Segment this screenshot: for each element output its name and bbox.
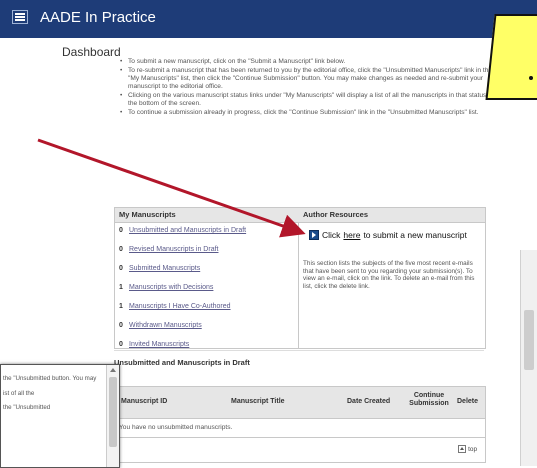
unsubmitted-heading: Unsubmitted and Manuscripts in Draft	[114, 358, 250, 367]
author-resources-heading: Author Resources	[303, 210, 369, 219]
manuscript-status-item: 0 Withdrawn Manuscripts	[119, 322, 246, 341]
table-footer: top	[115, 438, 485, 462]
empty-table-message: You have no unsubmitted manuscripts.	[119, 424, 233, 431]
scroll-up-icon[interactable]	[110, 368, 116, 372]
status-count: 0	[119, 341, 123, 348]
app-title: AADE In Practice	[40, 9, 156, 26]
inset-text-line: the "Unsubmitted button. You may	[3, 375, 97, 382]
inset-text-line: the "Unsubmitted	[3, 404, 51, 411]
status-count: 0	[119, 322, 123, 329]
hamburger-menu-icon[interactable]	[12, 10, 28, 24]
inset-zoom-panel: the "Unsubmitted button. You may ist of …	[0, 364, 120, 468]
inset-scrollbar-thumb[interactable]	[109, 377, 117, 447]
status-link-unsubmitted[interactable]: Unsubmitted and Manuscripts in Draft	[129, 227, 246, 234]
status-link-revised[interactable]: Revised Manuscripts in Draft	[129, 246, 218, 253]
manuscript-status-item: 0 Unsubmitted and Manuscripts in Draft	[119, 227, 246, 246]
up-arrow-icon	[458, 445, 467, 453]
submit-manuscript-link[interactable]: here	[343, 230, 360, 240]
panel-divider	[298, 222, 299, 348]
column-header-manuscript-id[interactable]: Manuscript ID	[121, 398, 167, 405]
inset-text-list: the "Unsubmitted button. You may ist of …	[3, 375, 103, 419]
status-link-coauthored[interactable]: Manuscripts I Have Co-Authored	[129, 303, 231, 310]
page-title: Dashboard	[62, 45, 121, 59]
my-manuscripts-heading: My Manuscripts	[119, 210, 176, 219]
screenshot-frame: AADE In Practice Dashboard To submit a n…	[0, 0, 537, 468]
inset-scrollbar[interactable]	[106, 365, 119, 467]
page-scrollbar[interactable]	[520, 250, 537, 466]
manuscript-status-item: 1 Manuscripts with Decisions	[119, 284, 246, 303]
manuscripts-panel: My Manuscripts Author Resources 0 Unsubmi…	[114, 207, 486, 349]
callout-dot	[529, 76, 533, 80]
instruction-item: To re-submit a manuscript that has been …	[118, 67, 498, 92]
author-resources-description: This section lists the subjects of the f…	[303, 260, 475, 290]
submit-manuscript-text: to submit a new manuscript	[363, 230, 467, 240]
manuscript-status-item: 1 Manuscripts I Have Co-Authored	[119, 303, 246, 322]
inset-text-line: ist of all the	[3, 389, 35, 397]
status-link-decisions[interactable]: Manuscripts with Decisions	[129, 284, 213, 291]
unsubmitted-table: Manuscript ID Manuscript Title Date Crea…	[114, 386, 486, 463]
status-count: 1	[119, 303, 123, 310]
instruction-item: To continue a submission already in prog…	[118, 109, 498, 117]
instruction-item: To submit a new manuscript, click on the…	[118, 58, 498, 66]
click-label: Click	[322, 230, 341, 240]
status-count: 1	[119, 284, 123, 291]
instruction-item: Clicking on the various manuscript statu…	[118, 92, 498, 108]
submit-manuscript-line: Click here to submit a new manuscript	[309, 230, 467, 240]
manuscript-status-item: 0 Revised Manuscripts in Draft	[119, 246, 246, 265]
back-to-top-label: top	[468, 445, 477, 453]
table-header: Manuscript ID Manuscript Title Date Crea…	[115, 387, 485, 419]
manuscript-status-item: 0 Submitted Manuscripts	[119, 265, 246, 284]
status-link-submitted[interactable]: Submitted Manuscripts	[129, 265, 200, 272]
column-header-manuscript-title[interactable]: Manuscript Title	[231, 398, 285, 405]
status-link-invited[interactable]: Invited Manuscripts	[129, 341, 189, 348]
table-row: You have no unsubmitted manuscripts.	[115, 419, 485, 438]
instructions-list: To submit a new manuscript, click on the…	[118, 58, 498, 117]
my-manuscripts-list: 0 Unsubmitted and Manuscripts in Draft 0R…	[119, 227, 246, 360]
section-separator	[114, 350, 484, 351]
status-count: 0	[119, 265, 123, 272]
submit-arrow-icon[interactable]	[309, 230, 319, 240]
scrollbar-thumb[interactable]	[524, 310, 534, 370]
status-link-withdrawn[interactable]: Withdrawn Manuscripts	[129, 322, 202, 329]
yellow-callout-box	[485, 14, 537, 100]
panel-header: My Manuscripts Author Resources	[115, 208, 485, 223]
back-to-top-link[interactable]: top	[458, 445, 477, 453]
status-count: 0	[119, 227, 123, 234]
status-count: 0	[119, 246, 123, 253]
column-header-continue-submission: Continue Submission	[409, 392, 449, 407]
app-header: AADE In Practice	[0, 0, 537, 38]
column-header-delete: Delete	[457, 398, 479, 405]
column-header-date-created[interactable]: Date Created	[347, 398, 390, 405]
